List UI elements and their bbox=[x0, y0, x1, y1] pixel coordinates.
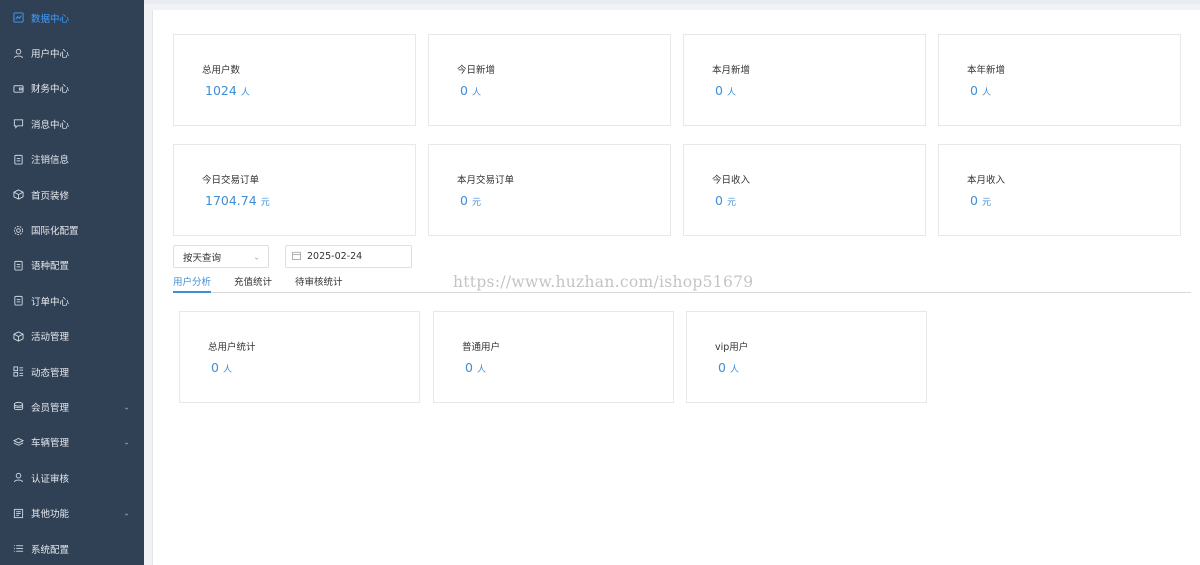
stat-label: 今日收入 bbox=[712, 175, 751, 186]
chevron-down-icon[interactable]: ⌄ bbox=[123, 509, 130, 518]
sidebar-item-cancellation-info[interactable]: 注销信息 bbox=[0, 142, 144, 177]
stat-value: 0元 bbox=[715, 193, 736, 208]
main-area: 总用户数 1024 人 今日新增 0人 本月新增 0人 本年新增 0人 今日交易订… bbox=[144, 0, 1200, 565]
sidebar-item-label: 消息中心 bbox=[31, 119, 70, 131]
sidebar-item-label: 认证审核 bbox=[31, 473, 70, 485]
sidebar-item-label: 数据中心 bbox=[31, 13, 70, 25]
grid-icon bbox=[12, 366, 24, 378]
tab-recharge-stats[interactable]: 充值统计 bbox=[234, 274, 272, 293]
stat-card-today-orders: 今日交易订单 1704.74 元 bbox=[173, 144, 416, 236]
query-mode-select[interactable]: 按天查询 ⌄ bbox=[173, 245, 269, 268]
clipboard-icon bbox=[12, 153, 24, 165]
sidebar-item-data-center[interactable]: 数据中心 bbox=[0, 0, 144, 35]
sidebar-item-member-management[interactable]: 会员管理 ⌄ bbox=[0, 389, 144, 424]
top-bar bbox=[144, 0, 1200, 4]
sidebar-item-finance-center[interactable]: 财务中心 bbox=[0, 71, 144, 106]
stat-card-total-user-stats: 总用户统计 0人 bbox=[179, 311, 420, 403]
stat-label: 本月交易订单 bbox=[457, 175, 515, 186]
sidebar-item-message-center[interactable]: 消息中心 bbox=[0, 106, 144, 141]
sidebar-item-verification-review[interactable]: 认证审核 bbox=[0, 460, 144, 495]
sidebar-item-label: 系统配置 bbox=[31, 544, 70, 556]
sidebar-item-label: 首页装修 bbox=[31, 190, 70, 202]
sidebar-item-feed-management[interactable]: 动态管理 bbox=[0, 354, 144, 389]
coins-icon bbox=[12, 401, 24, 413]
query-mode-value: 按天查询 bbox=[183, 252, 222, 264]
sidebar-item-label: 国际化配置 bbox=[31, 226, 79, 238]
sidebar-item-label: 其他功能 bbox=[31, 509, 70, 521]
stat-value: 0人 bbox=[465, 360, 486, 375]
user-icon bbox=[12, 47, 24, 59]
stat-card-month-orders: 本月交易订单 0元 bbox=[428, 144, 671, 236]
calendar-icon bbox=[292, 251, 301, 262]
stat-card-month-new: 本月新增 0人 bbox=[683, 34, 926, 126]
chart-icon bbox=[12, 12, 24, 24]
sidebar-item-homepage-decoration[interactable]: 首页装修 bbox=[0, 177, 144, 212]
content-panel: 总用户数 1024 人 今日新增 0人 本月新增 0人 本年新增 0人 今日交易订… bbox=[152, 10, 1200, 565]
stat-label: 普通用户 bbox=[462, 342, 501, 353]
sidebar-item-label: 注销信息 bbox=[31, 155, 70, 167]
layers-icon bbox=[12, 436, 24, 448]
sidebar-item-other-functions[interactable]: 其他功能 ⌄ bbox=[0, 495, 144, 530]
stat-label: 今日交易订单 bbox=[202, 175, 260, 186]
chevron-down-icon[interactable]: ⌄ bbox=[123, 402, 130, 411]
stat-card-year-new: 本年新增 0人 bbox=[938, 34, 1181, 126]
clipboard-icon bbox=[12, 295, 24, 307]
stat-value: 0元 bbox=[970, 193, 991, 208]
stat-label: 总用户统计 bbox=[208, 342, 256, 353]
chevron-down-icon[interactable]: ⌄ bbox=[123, 438, 130, 447]
stat-label: 总用户数 bbox=[202, 65, 241, 76]
sidebar-item-label: 语种配置 bbox=[31, 261, 70, 273]
stat-card-regular-users: 普通用户 0人 bbox=[433, 311, 674, 403]
sidebar-item-vehicle-management[interactable]: 车辆管理 ⌄ bbox=[0, 425, 144, 460]
date-picker[interactable]: 2025-02-24 bbox=[285, 245, 412, 268]
sidebar-item-user-center[interactable]: 用户中心 bbox=[0, 35, 144, 70]
stat-value: 0人 bbox=[211, 360, 232, 375]
list-icon bbox=[12, 543, 24, 555]
clipboard-icon bbox=[12, 259, 24, 271]
stat-label: 本年新增 bbox=[967, 65, 1006, 76]
tab-pending-review-stats[interactable]: 待审核统计 bbox=[295, 274, 343, 293]
sidebar-item-i18n-config[interactable]: 国际化配置 bbox=[0, 212, 144, 247]
stat-card-today-income: 今日收入 0元 bbox=[683, 144, 926, 236]
sidebar-item-order-center[interactable]: 订单中心 bbox=[0, 283, 144, 318]
stat-value: 1704.74 元 bbox=[205, 193, 270, 208]
stat-value: 0人 bbox=[718, 360, 739, 375]
date-value: 2025-02-24 bbox=[307, 251, 363, 262]
sidebar-item-label: 车辆管理 bbox=[31, 438, 70, 450]
message-icon bbox=[12, 118, 24, 130]
stat-label: vip用户 bbox=[715, 342, 749, 353]
user-icon bbox=[12, 472, 24, 484]
stat-card-total-users: 总用户数 1024 人 bbox=[173, 34, 416, 126]
stat-card-month-income: 本月收入 0元 bbox=[938, 144, 1181, 236]
stat-label: 今日新增 bbox=[457, 65, 496, 76]
sidebar-item-label: 动态管理 bbox=[31, 367, 70, 379]
stat-card-vip-users: vip用户 0人 bbox=[686, 311, 927, 403]
sidebar-item-label: 订单中心 bbox=[31, 296, 70, 308]
watermark: https://www.huzhan.com/ishop51679 bbox=[453, 273, 754, 291]
stat-card-today-new: 今日新增 0人 bbox=[428, 34, 671, 126]
stat-value: 0人 bbox=[970, 83, 991, 98]
stat-value: 1024 人 bbox=[205, 83, 250, 98]
wallet-icon bbox=[12, 82, 24, 94]
gear-icon bbox=[12, 224, 24, 236]
stat-label: 本月新增 bbox=[712, 65, 751, 76]
sidebar-item-system-config[interactable]: 系统配置 bbox=[0, 531, 144, 565]
sidebar: 数据中心 用户中心 财务中心 消息中心 注销信息 首页装修 国际化配置 语种配置… bbox=[0, 0, 144, 565]
box-icon bbox=[12, 330, 24, 342]
stat-label: 本月收入 bbox=[967, 175, 1006, 186]
document-icon bbox=[12, 507, 24, 519]
stat-value: 0人 bbox=[460, 83, 481, 98]
tab-user-analysis[interactable]: 用户分析 bbox=[173, 274, 212, 293]
chevron-down-icon: ⌄ bbox=[253, 252, 260, 261]
sidebar-item-label: 财务中心 bbox=[31, 84, 70, 96]
stat-value: 0人 bbox=[715, 83, 736, 98]
sidebar-item-activity-management[interactable]: 活动管理 bbox=[0, 319, 144, 354]
sidebar-item-label: 会员管理 bbox=[31, 402, 70, 414]
sidebar-item-label: 用户中心 bbox=[31, 49, 70, 61]
box-icon bbox=[12, 189, 24, 201]
sidebar-item-label: 活动管理 bbox=[31, 332, 70, 344]
sidebar-item-language-config[interactable]: 语种配置 bbox=[0, 248, 144, 283]
stat-value: 0元 bbox=[460, 193, 481, 208]
